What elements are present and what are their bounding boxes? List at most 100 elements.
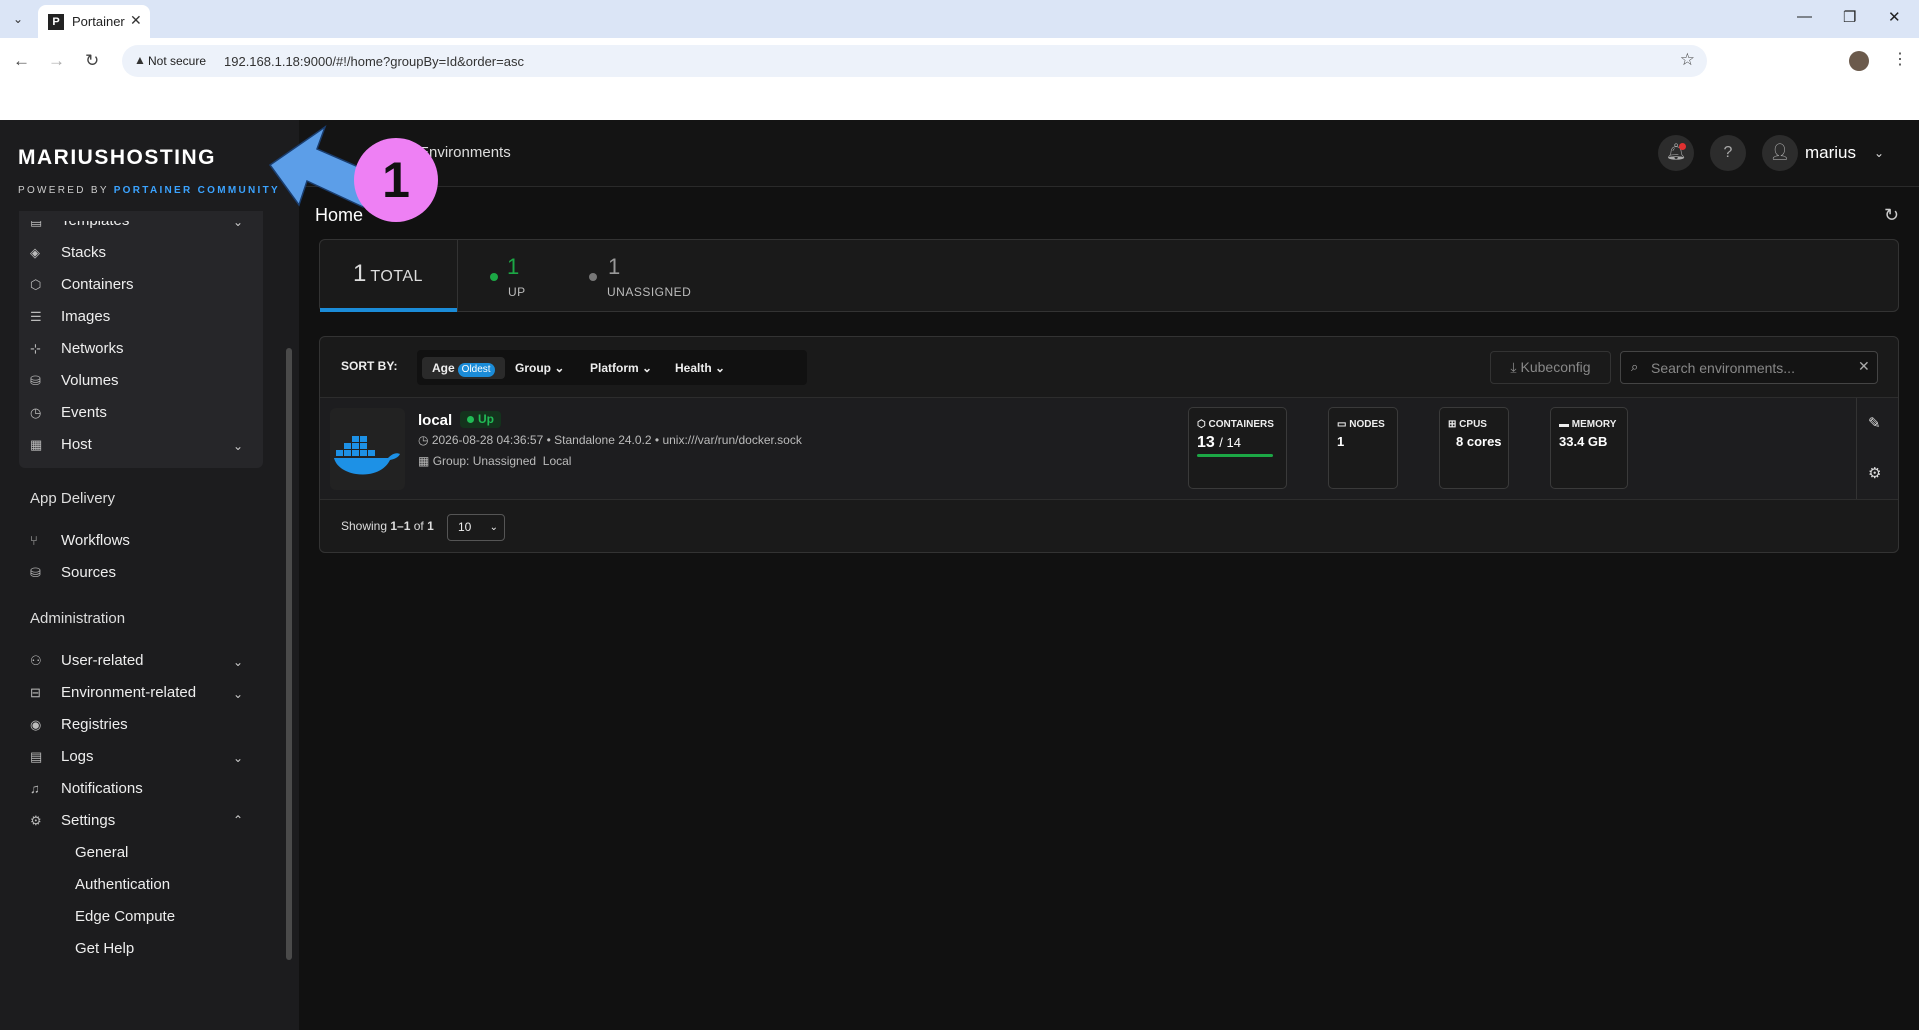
environment-group-line: ▦ Group: Unassigned Local: [418, 454, 571, 468]
sort-health-button[interactable]: Health ⌄: [665, 357, 735, 379]
sidebar-scrollbar[interactable]: [286, 348, 292, 960]
sidebar-item-label: Notifications: [61, 780, 143, 797]
profile-avatar[interactable]: [1849, 51, 1869, 71]
containers-running: 13: [1197, 434, 1215, 451]
sidebar-item-sources[interactable]: ⛁ Sources: [30, 564, 116, 581]
group-icon: ▦: [418, 454, 430, 468]
nodes-value: 1: [1337, 434, 1345, 449]
tab-search-icon[interactable]: ⌄: [8, 9, 28, 29]
sidebar-item-label: Host: [61, 436, 92, 453]
section-app-delivery: App Delivery: [30, 490, 116, 507]
sidebar-item-user-related[interactable]: ⚇ User-related: [30, 652, 144, 669]
sidebar-subitem-get-help[interactable]: Get Help: [75, 940, 134, 957]
browser-tab-strip: ⌄ P Portainer ✕ — ❐ ✕: [0, 0, 1919, 38]
cpu-icon: ⊞: [1448, 419, 1457, 430]
sidebar-subitem-general[interactable]: General: [75, 844, 128, 861]
environment-meta: ◷ 2026-08-28 04:36:57 • Standalone 24.0.…: [418, 433, 802, 447]
omnibox[interactable]: ▲ Not secure 192.168.1.18:9000/#!/home?g…: [122, 45, 1707, 77]
chevron-down-icon[interactable]: ⌄: [233, 439, 243, 453]
chevron-down-icon[interactable]: ⌄: [233, 687, 243, 701]
environment-name[interactable]: local: [418, 412, 452, 429]
memory-card[interactable]: ▬ MEMORY 33.4 GB: [1550, 407, 1628, 489]
up-count[interactable]: 1: [507, 254, 519, 280]
url-text[interactable]: 192.168.1.18:9000/#!/home?groupBy=Id&ord…: [224, 54, 524, 69]
unassigned-count[interactable]: 1: [608, 254, 620, 280]
page-size-select[interactable]: 10 ⌄: [447, 514, 505, 541]
notifications-bell-icon[interactable]: 🔔︎: [1658, 135, 1694, 171]
sidebar-item-workflows[interactable]: ⑂ Workflows: [30, 532, 130, 549]
sidebar-item-notifications[interactable]: ♫ Notifications: [30, 780, 143, 797]
address-bar: ← → ↻ ▲ Not secure 192.168.1.18:9000/#!/…: [0, 38, 1919, 84]
chevron-down-icon[interactable]: ⌄: [233, 215, 243, 229]
back-icon[interactable]: ←: [13, 51, 30, 71]
kubeconfig-button[interactable]: ⤓ Kubeconfig: [1490, 351, 1611, 384]
sort-group-button[interactable]: Group ⌄: [505, 357, 574, 379]
containers-card[interactable]: ⬡ CONTAINERS 13 / 14: [1188, 407, 1287, 489]
sidebar-item-volumes[interactable]: ⛁ Volumes: [30, 372, 119, 389]
browser-tab[interactable]: P Portainer ✕: [38, 5, 150, 38]
pagination-summary: Showing 1–1 of 1: [341, 519, 434, 533]
sidebar-item-stacks[interactable]: ◈ Stacks: [30, 244, 106, 261]
sidebar-item-logs[interactable]: ▤ Logs: [30, 748, 94, 765]
browser-menu-icon[interactable]: ⋮: [1892, 49, 1908, 69]
search-box: ⌕ ✕: [1620, 351, 1878, 384]
sidebar-item-label: Settings: [61, 812, 116, 829]
box-icon: ⬡: [1197, 419, 1206, 430]
chevron-down-icon[interactable]: ⌄: [233, 655, 243, 669]
powered-by-brand: PORTAINER COMMUNITY: [113, 185, 280, 196]
sidebar-item-registries[interactable]: ◉ Registries: [30, 716, 128, 733]
edit-pencil-icon[interactable]: ✎: [1868, 414, 1881, 432]
sort-platform-button[interactable]: Platform ⌄: [580, 357, 662, 379]
gear-icon[interactable]: ⚙: [1868, 464, 1881, 482]
window-close-icon[interactable]: ✕: [1888, 8, 1901, 26]
bookmark-star-icon[interactable]: ☆: [1680, 50, 1695, 70]
sidebar-item-host[interactable]: ▦ Host: [30, 436, 92, 453]
sort-group-label: Group: [515, 361, 551, 375]
sidebar-subitem-authentication[interactable]: Authentication: [75, 876, 170, 893]
tab-close-icon[interactable]: ✕: [130, 12, 142, 29]
chevron-down-icon[interactable]: ⌄: [233, 751, 243, 765]
list-icon: ☰: [30, 309, 42, 324]
up-label[interactable]: UP: [508, 285, 526, 299]
not-secure-label[interactable]: Not secure: [148, 54, 206, 68]
sort-by-label: SORT BY:: [341, 359, 398, 373]
memory-value: 33.4 GB: [1559, 434, 1608, 449]
tab-total[interactable]: 1 TOTAL: [353, 260, 423, 288]
minimize-icon[interactable]: —: [1797, 8, 1812, 25]
nodes-card[interactable]: ▭ NODES 1: [1328, 407, 1398, 489]
help-icon[interactable]: ?: [1710, 135, 1746, 171]
clear-search-icon[interactable]: ✕: [1858, 358, 1870, 375]
user-avatar-icon[interactable]: 👤︎: [1762, 135, 1798, 171]
active-tab-indicator: [320, 308, 457, 312]
sidebar-item-containers[interactable]: ⬡ Containers: [30, 276, 134, 293]
sidebar-item-settings[interactable]: ⚙ Settings: [30, 812, 115, 829]
sidebar-item-label: Volumes: [61, 372, 119, 389]
git-branch-icon: ⑂: [30, 533, 38, 548]
sidebar-item-label: Logs: [61, 748, 94, 765]
containers-progress-bar: [1197, 454, 1273, 457]
sort-order-badge: Oldest: [457, 363, 495, 377]
page-top-margin: [0, 84, 1919, 120]
environment-row[interactable]: local Up ◷ 2026-08-28 04:36:57 • Standal…: [320, 397, 1898, 500]
reload-icon[interactable]: ↻: [85, 51, 99, 71]
cpus-card[interactable]: ⊞ CPUS 8 cores: [1439, 407, 1509, 489]
username[interactable]: marius: [1805, 143, 1856, 163]
sort-age-button[interactable]: Age Oldest: [422, 357, 505, 379]
radio-icon: ◉: [30, 717, 42, 732]
forward-icon[interactable]: →: [48, 51, 65, 71]
sidebar-item-environment-related[interactable]: ⊟ Environment-related: [30, 684, 196, 701]
search-input[interactable]: [1651, 358, 1851, 378]
status-dot: [467, 416, 474, 423]
sidebar-item-images[interactable]: ☰ Images: [30, 308, 110, 325]
unassigned-label[interactable]: UNASSIGNED: [607, 285, 691, 299]
sidebar-item-label: User-related: [61, 652, 144, 669]
sidebar-subitem-edge-compute[interactable]: Edge Compute: [75, 908, 175, 925]
chevron-up-icon[interactable]: ⌃: [233, 813, 243, 827]
restore-icon[interactable]: ❐: [1843, 8, 1856, 26]
brand-logo[interactable]: MARIUSHOSTING: [18, 146, 216, 170]
refresh-icon[interactable]: ↻: [1884, 205, 1899, 226]
bell-icon: ♫: [30, 781, 40, 796]
chevron-down-icon[interactable]: ⌄: [1874, 146, 1884, 160]
sidebar-item-networks[interactable]: ⊹ Networks: [30, 340, 124, 357]
sidebar-item-events[interactable]: ◷ Events: [30, 404, 107, 421]
